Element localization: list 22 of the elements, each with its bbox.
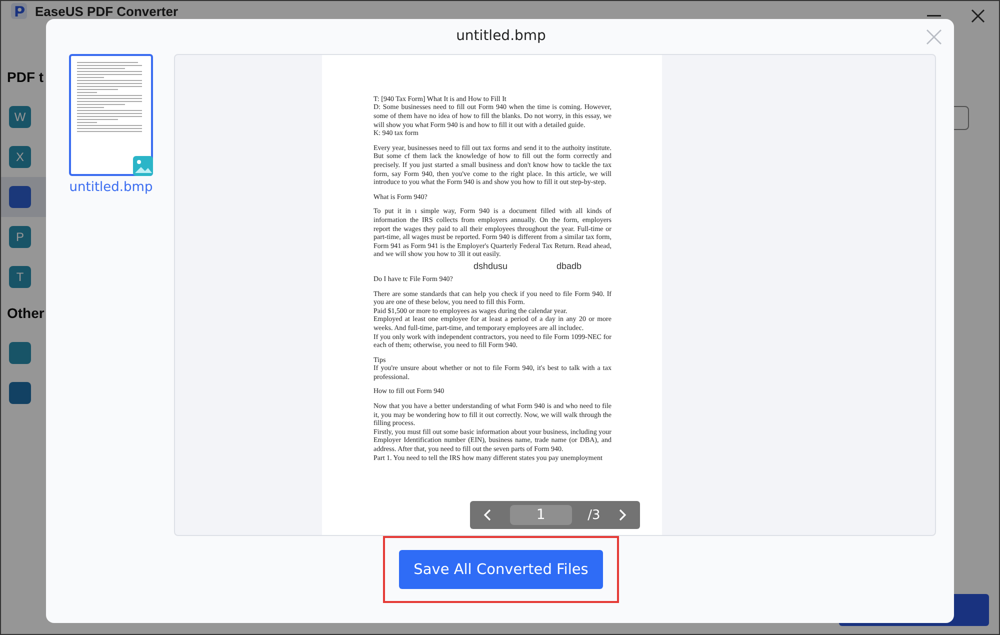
tool-item[interactable]: X	[1, 137, 201, 177]
annotation-text: dbadb	[556, 260, 582, 271]
annotation-text: dshdusu	[474, 260, 508, 271]
app-title: EaseUS PDF Converter	[35, 4, 178, 18]
file-name: untitled.bmp	[69, 180, 153, 195]
app-icon: T	[9, 266, 31, 288]
page-number-field[interactable]: 1	[510, 505, 572, 525]
tool-item[interactable]: T	[1, 257, 201, 297]
app-logo-icon	[11, 3, 27, 19]
app-icon: W	[9, 106, 31, 128]
section-title: PDF t	[6, 69, 45, 85]
page-total: /3	[588, 508, 600, 522]
app-icon: X	[9, 146, 31, 168]
tool-item[interactable]: W	[1, 97, 201, 137]
minimize-icon[interactable]	[927, 15, 941, 17]
file-thumbnail[interactable]	[69, 54, 153, 176]
dialog-title: untitled.bmp	[456, 28, 546, 44]
app-icon: P	[9, 226, 31, 248]
save-button[interactable]: Save All Converted Files	[399, 550, 603, 589]
tool-item[interactable]: P	[1, 217, 201, 257]
close-icon[interactable]	[971, 9, 985, 23]
section-title: Other	[6, 305, 46, 321]
